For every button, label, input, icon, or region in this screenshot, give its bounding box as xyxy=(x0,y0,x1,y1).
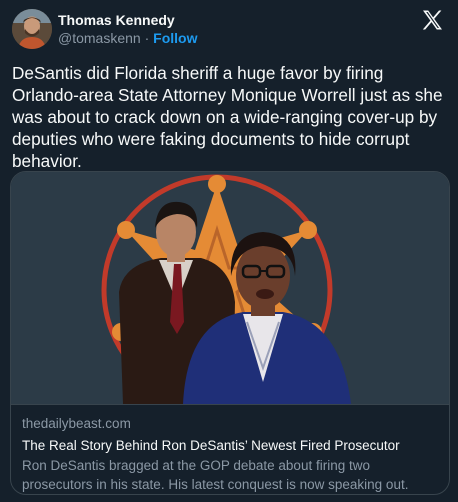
handle[interactable]: @tomaskenn xyxy=(58,30,141,46)
link-card-image[interactable] xyxy=(11,172,449,404)
handle-separator: · xyxy=(140,30,154,46)
avatar[interactable] xyxy=(12,9,52,49)
handle-line: @tomaskenn · Follow xyxy=(58,29,197,47)
author-names: Thomas Kennedy @tomaskenn · Follow xyxy=(58,6,197,47)
x-logo-icon[interactable] xyxy=(420,8,444,32)
tweet-text: DeSantis did Florida sheriff a huge favo… xyxy=(12,63,443,171)
tweet-header: Thomas Kennedy @tomaskenn · Follow xyxy=(12,6,446,54)
follow-button[interactable]: Follow xyxy=(153,30,197,46)
link-card-meta: thedailybeast.com The Real Story Behind … xyxy=(11,404,449,494)
link-card-title[interactable]: The Real Story Behind Ron DeSantis’ Newe… xyxy=(22,436,438,455)
tweet: Thomas Kennedy @tomaskenn · Follow DeSan… xyxy=(0,0,458,502)
link-card-description: Ron DeSantis bragged at the GOP debate a… xyxy=(22,458,409,492)
display-name[interactable]: Thomas Kennedy xyxy=(58,11,197,29)
link-card[interactable]: thedailybeast.com The Real Story Behind … xyxy=(10,171,450,495)
link-card-domain: thedailybeast.com xyxy=(22,416,131,431)
